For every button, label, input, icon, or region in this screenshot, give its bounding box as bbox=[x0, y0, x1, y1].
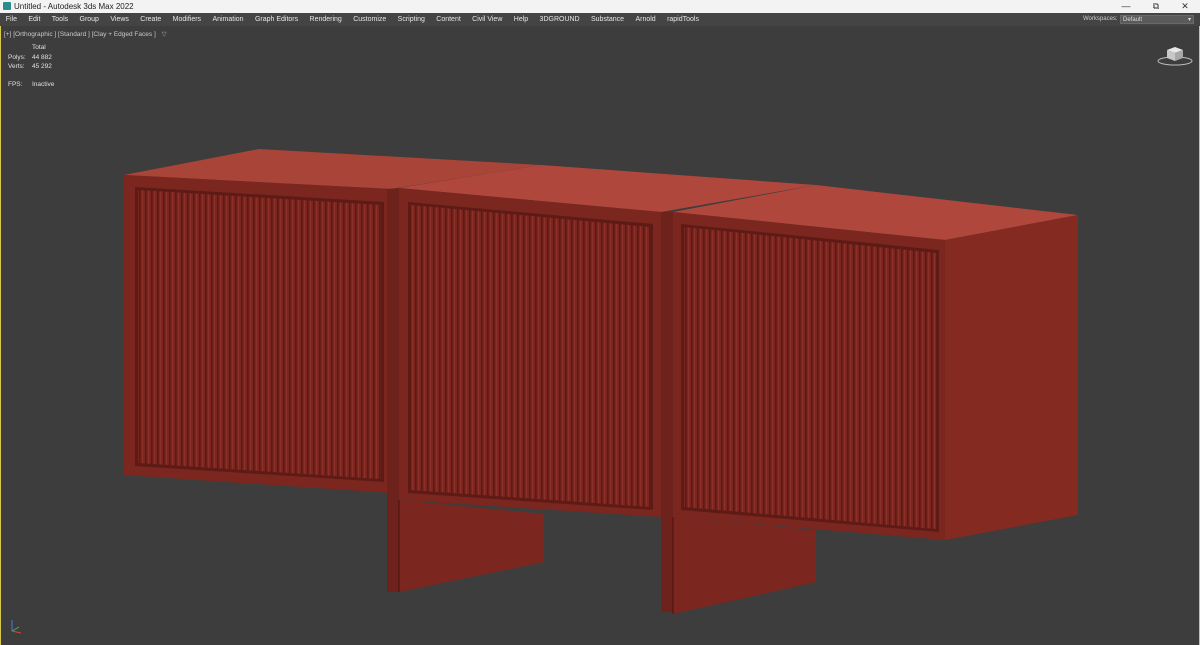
menu-customize[interactable]: Customize bbox=[348, 13, 392, 26]
viewcube-icon[interactable] bbox=[1156, 44, 1194, 66]
menu-content[interactable]: Content bbox=[431, 13, 467, 26]
axis-tripod-icon bbox=[11, 620, 22, 634]
chevron-down-icon: ▾ bbox=[1187, 17, 1191, 23]
menu-help[interactable]: Help bbox=[508, 13, 534, 26]
menu-graph-editors[interactable]: Graph Editors bbox=[249, 13, 304, 26]
menu-list: File Edit Tools Group Views Create Modif… bbox=[0, 13, 705, 26]
menu-rapidtools[interactable]: rapidTools bbox=[661, 13, 704, 26]
workspace-value: Default bbox=[1123, 17, 1143, 23]
menu-animation[interactable]: Animation bbox=[207, 13, 250, 26]
menu-file[interactable]: File bbox=[0, 13, 23, 26]
menu-arnold[interactable]: Arnold bbox=[630, 13, 662, 26]
menu-edit[interactable]: Edit bbox=[23, 13, 46, 26]
minimize-button[interactable]: — bbox=[1111, 0, 1141, 13]
menu-tools[interactable]: Tools bbox=[46, 13, 74, 26]
menu-civil-view[interactable]: Civil View bbox=[466, 13, 508, 26]
title-bar: Untitled - Autodesk 3ds Max 2022 — ⧉ ✕ bbox=[0, 0, 1200, 13]
menu-group[interactable]: Group bbox=[74, 13, 105, 26]
close-button[interactable]: ✕ bbox=[1170, 0, 1200, 13]
window-title: Untitled - Autodesk 3ds Max 2022 bbox=[14, 2, 134, 11]
menu-bar: File Edit Tools Group Views Create Modif… bbox=[0, 13, 1200, 26]
menu-rendering[interactable]: Rendering bbox=[304, 13, 348, 26]
viewport-perspective[interactable]: [+] [Orthographic ] [Standard ] [Clay + … bbox=[0, 26, 1200, 645]
menu-create[interactable]: Create bbox=[135, 13, 167, 26]
right-cabinet[interactable] bbox=[661, 185, 1078, 614]
workspaces-label: Workspaces: bbox=[1083, 16, 1118, 22]
menu-views[interactable]: Views bbox=[105, 13, 135, 26]
menu-substance[interactable]: Substance bbox=[585, 13, 629, 26]
menu-modifiers[interactable]: Modifiers bbox=[167, 13, 207, 26]
menu-3dground[interactable]: 3DGROUND bbox=[534, 13, 585, 26]
app-icon bbox=[3, 2, 11, 10]
maximize-button[interactable]: ⧉ bbox=[1141, 0, 1171, 13]
scene-3d-model[interactable] bbox=[1, 26, 1199, 645]
workspace-select[interactable]: Default ▾ bbox=[1120, 15, 1194, 24]
menu-scripting[interactable]: Scripting bbox=[392, 13, 431, 26]
